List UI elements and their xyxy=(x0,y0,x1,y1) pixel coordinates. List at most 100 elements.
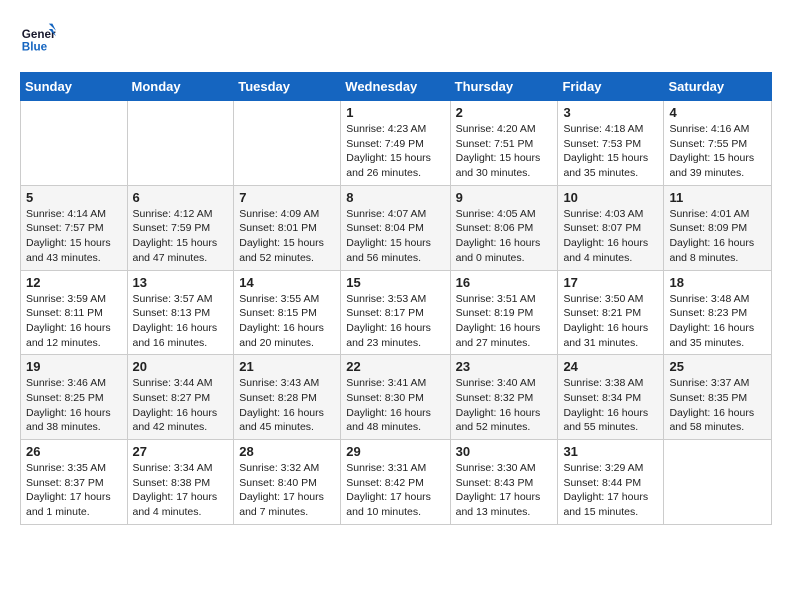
calendar-table: SundayMondayTuesdayWednesdayThursdayFrid… xyxy=(20,72,772,525)
day-detail: Sunrise: 4:01 AM Sunset: 8:09 PM Dayligh… xyxy=(669,207,766,266)
day-number: 31 xyxy=(563,444,658,459)
day-number: 29 xyxy=(346,444,444,459)
calendar-cell: 13Sunrise: 3:57 AM Sunset: 8:13 PM Dayli… xyxy=(127,270,234,355)
day-detail: Sunrise: 3:51 AM Sunset: 8:19 PM Dayligh… xyxy=(456,292,553,351)
calendar-cell: 23 Sunrise: 3:40 AM Sunset: 8:32 PM Dayli… xyxy=(450,355,558,440)
calendar-cell: 2Sunrise: 4:20 AM Sunset: 7:51 PM Daylig… xyxy=(450,101,558,186)
day-number: 3 xyxy=(563,105,658,120)
day-detail: Sunrise: 3:50 AM Sunset: 8:21 PM Dayligh… xyxy=(563,292,658,351)
day-header-thursday: Thursday xyxy=(450,73,558,101)
day-detail: Sunrise: 3:34 AM Sunset: 8:38 PM Dayligh… xyxy=(133,461,229,520)
calendar-cell: 24 Sunrise: 3:38 AM Sunset: 8:34 PM Dayli… xyxy=(558,355,664,440)
day-number: 21 xyxy=(239,359,335,374)
calendar-cell: 16Sunrise: 3:51 AM Sunset: 8:19 PM Dayli… xyxy=(450,270,558,355)
calendar-cell xyxy=(21,101,128,186)
calendar-cell: 10 Sunrise: 4:03 AM Sunset: 8:07 PM Dayli… xyxy=(558,185,664,270)
calendar-cell: 11 Sunrise: 4:01 AM Sunset: 8:09 PM Dayli… xyxy=(664,185,772,270)
day-detail: Sunrise: 3:38 AM Sunset: 8:34 PM Dayligh… xyxy=(563,376,658,435)
day-detail: Sunrise: 4:18 AM Sunset: 7:53 PM Dayligh… xyxy=(563,122,658,181)
calendar-cell: 12Sunrise: 3:59 AM Sunset: 8:11 PM Dayli… xyxy=(21,270,128,355)
day-number: 7 xyxy=(239,190,335,205)
day-detail: Sunrise: 4:09 AM Sunset: 8:01 PM Dayligh… xyxy=(239,207,335,266)
day-detail: Sunrise: 4:14 AM Sunset: 7:57 PM Dayligh… xyxy=(26,207,122,266)
day-number: 27 xyxy=(133,444,229,459)
day-header-monday: Monday xyxy=(127,73,234,101)
days-header-row: SundayMondayTuesdayWednesdayThursdayFrid… xyxy=(21,73,772,101)
day-number: 8 xyxy=(346,190,444,205)
day-number: 23 xyxy=(456,359,553,374)
calendar-cell xyxy=(664,440,772,525)
day-number: 6 xyxy=(133,190,229,205)
calendar-cell: 30 Sunrise: 3:30 AM Sunset: 8:43 PM Dayli… xyxy=(450,440,558,525)
day-number: 22 xyxy=(346,359,444,374)
day-detail: Sunrise: 4:03 AM Sunset: 8:07 PM Dayligh… xyxy=(563,207,658,266)
day-detail: Sunrise: 3:37 AM Sunset: 8:35 PM Dayligh… xyxy=(669,376,766,435)
week-row-3: 12Sunrise: 3:59 AM Sunset: 8:11 PM Dayli… xyxy=(21,270,772,355)
logo: General Blue xyxy=(20,20,60,56)
page-header: General Blue xyxy=(20,20,772,56)
day-number: 17 xyxy=(563,275,658,290)
calendar-cell: 29 Sunrise: 3:31 AM Sunset: 8:42 PM Dayli… xyxy=(341,440,450,525)
calendar-cell: 20 Sunrise: 3:44 AM Sunset: 8:27 PM Dayli… xyxy=(127,355,234,440)
calendar-cell: 9 Sunrise: 4:05 AM Sunset: 8:06 PM Daylig… xyxy=(450,185,558,270)
day-header-sunday: Sunday xyxy=(21,73,128,101)
day-number: 14 xyxy=(239,275,335,290)
day-number: 18 xyxy=(669,275,766,290)
calendar-cell: 27 Sunrise: 3:34 AM Sunset: 8:38 PM Dayli… xyxy=(127,440,234,525)
day-detail: Sunrise: 4:12 AM Sunset: 7:59 PM Dayligh… xyxy=(133,207,229,266)
day-header-wednesday: Wednesday xyxy=(341,73,450,101)
day-detail: Sunrise: 4:16 AM Sunset: 7:55 PM Dayligh… xyxy=(669,122,766,181)
day-detail: Sunrise: 3:48 AM Sunset: 8:23 PM Dayligh… xyxy=(669,292,766,351)
svg-text:Blue: Blue xyxy=(22,41,48,54)
day-detail: Sunrise: 3:31 AM Sunset: 8:42 PM Dayligh… xyxy=(346,461,444,520)
day-header-friday: Friday xyxy=(558,73,664,101)
day-number: 9 xyxy=(456,190,553,205)
day-number: 20 xyxy=(133,359,229,374)
calendar-cell: 28Sunrise: 3:32 AM Sunset: 8:40 PM Dayli… xyxy=(234,440,341,525)
calendar-cell: 25 Sunrise: 3:37 AM Sunset: 8:35 PM Dayli… xyxy=(664,355,772,440)
day-number: 2 xyxy=(456,105,553,120)
calendar-cell: 4 Sunrise: 4:16 AM Sunset: 7:55 PM Daylig… xyxy=(664,101,772,186)
day-detail: Sunrise: 3:53 AM Sunset: 8:17 PM Dayligh… xyxy=(346,292,444,351)
day-number: 19 xyxy=(26,359,122,374)
day-detail: Sunrise: 3:44 AM Sunset: 8:27 PM Dayligh… xyxy=(133,376,229,435)
calendar-cell: 1 Sunrise: 4:23 AM Sunset: 7:49 PM Daylig… xyxy=(341,101,450,186)
calendar-cell: 18 Sunrise: 3:48 AM Sunset: 8:23 PM Dayli… xyxy=(664,270,772,355)
calendar-cell: 19 Sunrise: 3:46 AM Sunset: 8:25 PM Dayli… xyxy=(21,355,128,440)
calendar-cell xyxy=(127,101,234,186)
day-detail: Sunrise: 3:29 AM Sunset: 8:44 PM Dayligh… xyxy=(563,461,658,520)
day-number: 1 xyxy=(346,105,444,120)
day-detail: Sunrise: 4:05 AM Sunset: 8:06 PM Dayligh… xyxy=(456,207,553,266)
day-detail: Sunrise: 3:46 AM Sunset: 8:25 PM Dayligh… xyxy=(26,376,122,435)
calendar-cell: 21 Sunrise: 3:43 AM Sunset: 8:28 PM Dayli… xyxy=(234,355,341,440)
logo-icon: General Blue xyxy=(20,20,56,56)
day-header-tuesday: Tuesday xyxy=(234,73,341,101)
day-number: 30 xyxy=(456,444,553,459)
day-detail: Sunrise: 3:55 AM Sunset: 8:15 PM Dayligh… xyxy=(239,292,335,351)
week-row-5: 26Sunrise: 3:35 AM Sunset: 8:37 PM Dayli… xyxy=(21,440,772,525)
calendar-cell: 8 Sunrise: 4:07 AM Sunset: 8:04 PM Daylig… xyxy=(341,185,450,270)
day-detail: Sunrise: 3:30 AM Sunset: 8:43 PM Dayligh… xyxy=(456,461,553,520)
day-number: 10 xyxy=(563,190,658,205)
day-number: 15 xyxy=(346,275,444,290)
day-detail: Sunrise: 3:35 AM Sunset: 8:37 PM Dayligh… xyxy=(26,461,122,520)
day-detail: Sunrise: 3:59 AM Sunset: 8:11 PM Dayligh… xyxy=(26,292,122,351)
day-detail: Sunrise: 4:23 AM Sunset: 7:49 PM Dayligh… xyxy=(346,122,444,181)
week-row-2: 5Sunrise: 4:14 AM Sunset: 7:57 PM Daylig… xyxy=(21,185,772,270)
calendar-cell xyxy=(234,101,341,186)
day-detail: Sunrise: 3:41 AM Sunset: 8:30 PM Dayligh… xyxy=(346,376,444,435)
calendar-cell: 22 Sunrise: 3:41 AM Sunset: 8:30 PM Dayli… xyxy=(341,355,450,440)
day-number: 25 xyxy=(669,359,766,374)
calendar-cell: 6 Sunrise: 4:12 AM Sunset: 7:59 PM Daylig… xyxy=(127,185,234,270)
day-number: 4 xyxy=(669,105,766,120)
day-number: 11 xyxy=(669,190,766,205)
week-row-4: 19 Sunrise: 3:46 AM Sunset: 8:25 PM Dayli… xyxy=(21,355,772,440)
day-detail: Sunrise: 3:40 AM Sunset: 8:32 PM Dayligh… xyxy=(456,376,553,435)
calendar-cell: 17 Sunrise: 3:50 AM Sunset: 8:21 PM Dayli… xyxy=(558,270,664,355)
day-detail: Sunrise: 3:43 AM Sunset: 8:28 PM Dayligh… xyxy=(239,376,335,435)
day-detail: Sunrise: 4:07 AM Sunset: 8:04 PM Dayligh… xyxy=(346,207,444,266)
calendar-cell: 3 Sunrise: 4:18 AM Sunset: 7:53 PM Daylig… xyxy=(558,101,664,186)
day-number: 24 xyxy=(563,359,658,374)
week-row-1: 1 Sunrise: 4:23 AM Sunset: 7:49 PM Daylig… xyxy=(21,101,772,186)
day-header-saturday: Saturday xyxy=(664,73,772,101)
